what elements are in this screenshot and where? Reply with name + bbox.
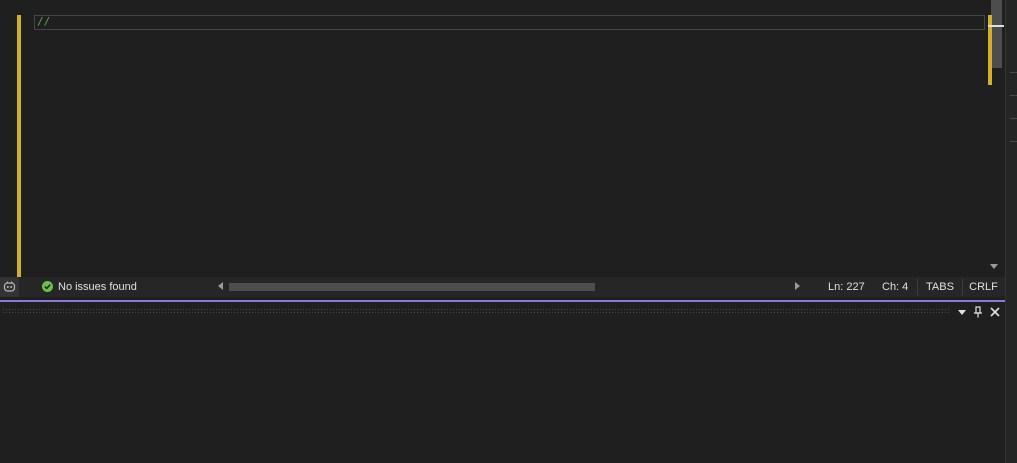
column-indicator[interactable]: Ch: 4: [882, 280, 908, 294]
current-line-highlight: [34, 15, 985, 30]
close-icon[interactable]: [989, 306, 1001, 318]
horizontal-scrollbar-thumb[interactable]: [229, 283, 595, 291]
line-endings-indicator[interactable]: CRLF: [962, 279, 1005, 295]
issues-status[interactable]: No issues found: [58, 280, 137, 294]
strip-divider: [1010, 72, 1017, 73]
chevron-down-icon[interactable]: [990, 264, 998, 269]
tool-window-grip[interactable]: [2, 308, 950, 313]
chevron-right-icon[interactable]: [795, 282, 800, 290]
side-panel-strip: [1005, 0, 1017, 463]
code-line[interactable]: //: [37, 14, 50, 30]
code-editor[interactable]: [0, 0, 1005, 277]
strip-divider: [1010, 141, 1017, 142]
tool-window-content: [0, 319, 1005, 463]
chevron-left-icon[interactable]: [218, 282, 223, 290]
check-circle-icon: [42, 281, 53, 292]
vertical-scrollbar-thumb[interactable]: [991, 0, 1002, 68]
line-number-indicator[interactable]: Ln: 227: [828, 280, 865, 294]
dropdown-icon[interactable]: [958, 310, 966, 315]
copilot-icon[interactable]: [3, 280, 16, 293]
strip-divider: [1010, 118, 1017, 119]
scrollbar-caret-marker: [988, 25, 1004, 27]
pin-icon[interactable]: [973, 306, 983, 318]
indentation-indicator[interactable]: TABS: [917, 279, 963, 295]
strip-divider: [1010, 95, 1017, 96]
change-tracking-margin: [17, 15, 21, 277]
